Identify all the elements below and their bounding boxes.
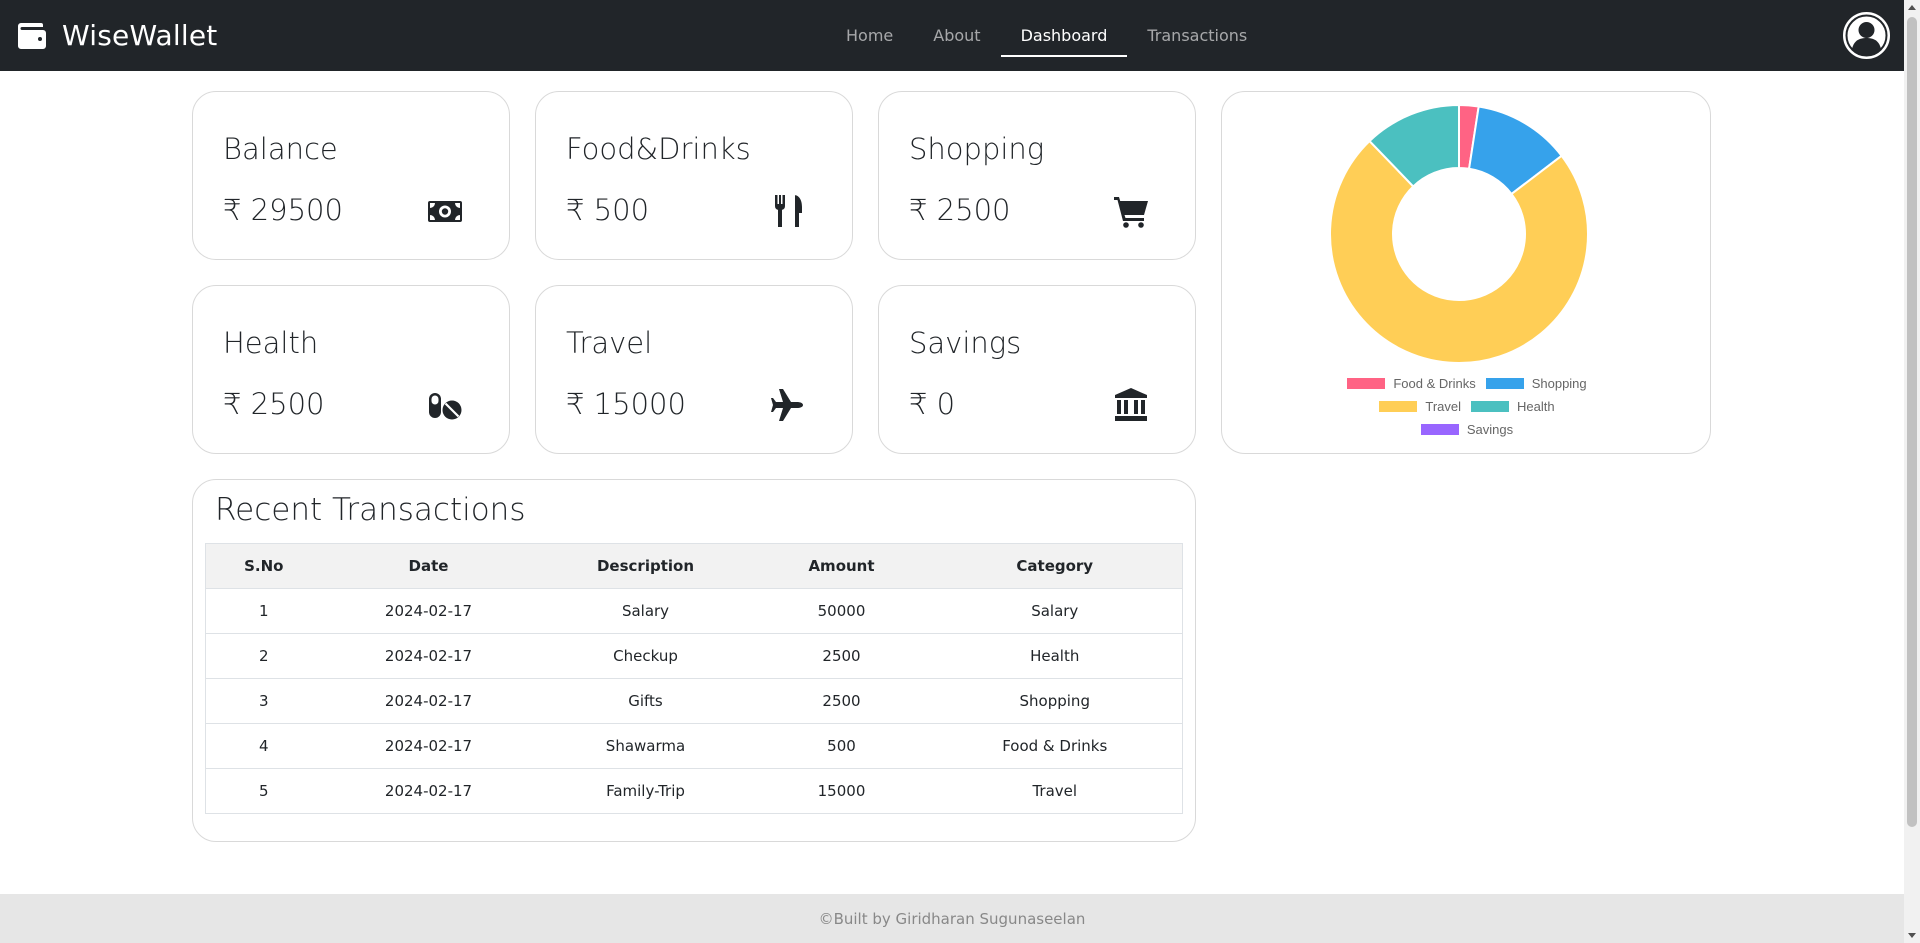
nav-about[interactable]: About: [913, 0, 1000, 71]
table-row: 3 2024-02-17 Gifts 2500 Shopping: [205, 678, 1183, 724]
cell-date: 2024-02-17: [321, 633, 536, 679]
card-health: Health ₹ 2500: [192, 285, 510, 454]
expense-chart-card: Food & Drinks Shopping Travel Health Sav…: [1221, 91, 1711, 454]
transactions-table: S.No Date Description Amount Category 1 …: [205, 543, 1183, 814]
nav-dashboard[interactable]: Dashboard: [1000, 0, 1128, 71]
legend-swatch: [1379, 401, 1418, 412]
cell-sno: 2: [205, 633, 322, 679]
cell-date: 2024-02-17: [321, 723, 536, 769]
card-food-drinks: Food&Drinks ₹ 500: [535, 91, 853, 260]
cell-sno: 5: [205, 768, 322, 814]
cell-category: Shopping: [927, 678, 1183, 724]
card-title: Balance: [223, 132, 338, 166]
navbar: WiseWallet Home About Dashboard Transact…: [0, 0, 1904, 71]
column-header-amount: Amount: [755, 543, 928, 589]
cell-description: Family-Trip: [535, 768, 756, 814]
utensils-icon: [774, 195, 802, 227]
cell-category: Health: [927, 633, 1183, 679]
legend-item-travel[interactable]: Travel: [1379, 399, 1461, 414]
wallet-icon: [18, 23, 46, 49]
card-title: Food&Drinks: [566, 132, 751, 166]
card-travel: Travel ₹ 15000: [535, 285, 853, 454]
card-title: Health: [223, 326, 319, 360]
card-amount: ₹ 0: [909, 387, 956, 421]
cell-amount: 2500: [755, 633, 928, 679]
legend-item-savings[interactable]: Savings: [1420, 422, 1514, 437]
legend-label: Savings: [1466, 422, 1514, 437]
legend-item-food-drinks[interactable]: Food & Drinks: [1347, 376, 1476, 391]
card-shopping: Shopping ₹ 2500: [878, 91, 1196, 260]
chart-legend: Food & Drinks Shopping Travel Health Sav…: [1222, 372, 1712, 441]
user-icon: [1845, 14, 1888, 57]
cell-description: Gifts: [535, 678, 756, 724]
cell-description: Shawarma: [535, 723, 756, 769]
brand[interactable]: WiseWallet: [17, 17, 217, 53]
legend-swatch: [1347, 378, 1386, 389]
plane-icon: [771, 389, 803, 421]
legend-swatch: [1420, 424, 1459, 435]
column-header-sno: S.No: [205, 543, 322, 589]
legend-label: Food & Drinks: [1393, 376, 1476, 391]
cell-category: Food & Drinks: [927, 723, 1183, 769]
legend-label: Shopping: [1531, 376, 1587, 391]
cell-description: Salary: [535, 588, 756, 634]
shopping-cart-icon: [1114, 197, 1148, 228]
table-row: 5 2024-02-17 Family-Trip 15000 Travel: [205, 768, 1183, 814]
card-balance: Balance ₹ 29500: [192, 91, 510, 260]
nav-transactions[interactable]: Transactions: [1127, 0, 1267, 71]
table-row: 1 2024-02-17 Salary 50000 Salary: [205, 588, 1183, 634]
cell-date: 2024-02-17: [321, 588, 536, 634]
slice-travel[interactable]: [1329, 139, 1589, 364]
legend-swatch: [1485, 378, 1524, 389]
cell-description: Checkup: [535, 633, 756, 679]
cell-category: Travel: [927, 768, 1183, 814]
recent-transactions-card: Recent Transactions S.No Date Descriptio…: [192, 479, 1196, 842]
cell-sno: 1: [205, 588, 322, 634]
card-savings: Savings ₹ 0: [878, 285, 1196, 454]
table-header-row: S.No Date Description Amount Category: [205, 543, 1183, 589]
bank-icon: [1115, 388, 1147, 421]
table-row: 2 2024-02-17 Checkup 2500 Health: [205, 633, 1183, 679]
scroll-thumb[interactable]: [1907, 17, 1917, 827]
brand-name: WiseWallet: [62, 18, 218, 52]
cell-sno: 3: [205, 678, 322, 724]
card-amount: ₹ 29500: [223, 193, 343, 227]
column-header-date: Date: [321, 543, 536, 589]
table-row: 4 2024-02-17 Shawarma 500 Food & Drinks: [205, 723, 1183, 769]
legend-label: Health: [1517, 399, 1555, 414]
cell-amount: 500: [755, 723, 928, 769]
cell-date: 2024-02-17: [321, 678, 536, 724]
card-amount: ₹ 15000: [566, 387, 686, 421]
cell-amount: 50000: [755, 588, 928, 634]
footer-credit: ©Built by Giridharan Sugunaseelan: [818, 909, 1086, 928]
cell-amount: 2500: [755, 678, 928, 724]
scroll-down-arrow-icon[interactable]: [1908, 933, 1916, 938]
scroll-up-arrow-icon[interactable]: [1908, 5, 1916, 10]
cell-category: Salary: [927, 588, 1183, 634]
legend-label: Travel: [1425, 399, 1462, 414]
legend-item-health[interactable]: Health: [1471, 399, 1555, 414]
money-bill-icon: [428, 201, 462, 222]
legend-item-shopping[interactable]: Shopping: [1485, 376, 1587, 391]
card-amount: ₹ 500: [566, 193, 650, 227]
footer: ©Built by Giridharan Sugunaseelan: [0, 894, 1904, 943]
legend-swatch: [1471, 401, 1510, 412]
nav-home[interactable]: Home: [826, 0, 913, 71]
cell-sno: 4: [205, 723, 322, 769]
card-title: Savings: [909, 326, 1022, 360]
expense-doughnut-chart: [1329, 103, 1589, 364]
card-title: Shopping: [909, 132, 1045, 166]
column-header-description: Description: [535, 543, 756, 589]
page-scrollbar[interactable]: [1904, 0, 1920, 943]
pills-icon: [429, 393, 462, 420]
card-amount: ₹ 2500: [909, 193, 1011, 227]
cell-amount: 15000: [755, 768, 928, 814]
card-amount: ₹ 2500: [223, 387, 325, 421]
column-header-category: Category: [927, 543, 1183, 589]
cell-date: 2024-02-17: [321, 768, 536, 814]
user-avatar[interactable]: [1843, 12, 1890, 59]
nav-menu: Home About Dashboard Transactions: [826, 0, 1267, 71]
card-title: Travel: [566, 326, 653, 360]
recent-transactions-title: Recent Transactions: [215, 492, 526, 528]
